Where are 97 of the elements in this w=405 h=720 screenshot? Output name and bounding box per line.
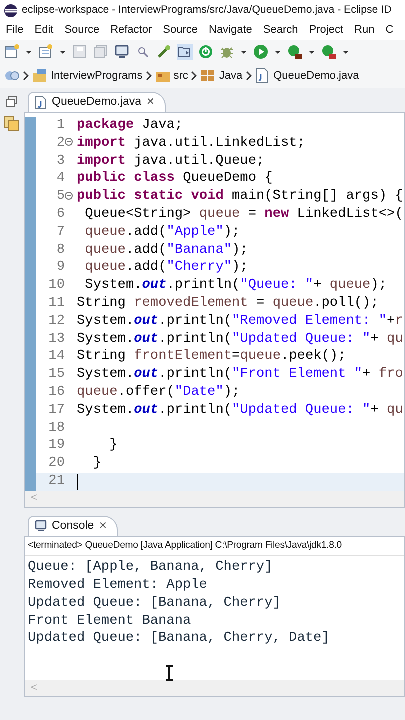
code-line: System.out.println("Front Element "+ fro	[77, 366, 404, 384]
line-number: 6	[56, 206, 65, 224]
code-line: }	[92, 455, 102, 473]
menu-item[interactable]: Navigate	[209, 22, 252, 39]
wand-icon[interactable]	[156, 44, 172, 60]
line-number: 1	[56, 117, 65, 135]
menu-item[interactable]: Run	[354, 22, 375, 39]
menu-item[interactable]: Refactor	[110, 22, 152, 39]
code-line: queue.add("Cherry");	[84, 259, 248, 278]
package-explorer-icon[interactable]	[4, 116, 20, 132]
chevron-icon	[23, 71, 29, 81]
code-line: public static void main(String[] args) {	[77, 188, 404, 206]
menu-item[interactable]: Source	[64, 22, 100, 39]
chevron-icon	[191, 71, 198, 81]
line-number: 18	[48, 420, 65, 438]
line-number: 19	[48, 437, 65, 456]
new-file-icon[interactable]	[4, 44, 20, 60]
line-number: 4	[56, 170, 65, 188]
text-cursor-icon	[165, 664, 174, 681]
line-number: 8	[56, 242, 65, 260]
code-line: System.out.println("Updated Queue: "+ qu	[77, 402, 404, 420]
code-line: package Java;	[77, 117, 184, 135]
line-number: 3	[56, 152, 65, 170]
code-line: import java.util.LinkedList;	[77, 134, 306, 153]
power-icon[interactable]	[198, 44, 214, 60]
code-line: public class QueueDemo {	[77, 170, 273, 188]
restore-icon[interactable]	[6, 96, 18, 108]
menu-item[interactable]: File	[6, 22, 24, 39]
line-number: 12	[48, 312, 65, 331]
console-output-line: Updated Queue: [Banana, Cherry]	[28, 594, 282, 613]
console-output-line: Front Element Banana	[28, 612, 192, 630]
code-line: System.out.println("Updated Queue: "+ qu	[77, 330, 404, 348]
breadcrumb-item[interactable]: InterviewPrograms	[51, 68, 143, 84]
run-icon[interactable]	[253, 44, 269, 60]
eclipse-logo-icon	[4, 4, 18, 18]
code-line: }	[108, 437, 118, 456]
menu-item[interactable]: Edit	[34, 22, 54, 39]
breadcrumb-item[interactable]: src	[174, 68, 188, 84]
menu-item[interactable]: Project	[309, 22, 344, 39]
code-line: String frontElement=queue.peek();	[77, 348, 346, 366]
java-file-icon	[35, 96, 47, 110]
code-line: import java.util.Queue;	[77, 152, 265, 170]
fold-icon[interactable]	[65, 138, 73, 146]
code-line: queue.offer("Date");	[77, 384, 240, 402]
line-number: 5	[56, 188, 65, 206]
tab-label: QueueDemo.java	[52, 94, 142, 110]
menu-item[interactable]: C	[386, 22, 394, 39]
dropdown-caret-icon[interactable]	[59, 48, 67, 56]
menu-item[interactable]: Source	[163, 22, 198, 39]
new-window-icon[interactable]	[38, 44, 54, 60]
package-icon	[200, 68, 216, 84]
breadcrumb-item[interactable]: QueueDemo.java	[274, 68, 360, 84]
console-icon	[35, 520, 47, 532]
run-external-icon[interactable]	[321, 44, 337, 60]
line-number: 20	[48, 455, 65, 473]
console-output-line: Removed Element: Apple	[28, 576, 208, 595]
line-number: 17	[48, 402, 65, 420]
menu-item[interactable]: Search	[263, 22, 298, 39]
breadcrumb-item[interactable]: Java	[219, 68, 243, 84]
java-file-icon	[254, 68, 271, 84]
chevron-icon	[246, 71, 252, 81]
dropdown-caret-icon[interactable]	[342, 48, 350, 56]
line-number: 10	[48, 277, 65, 295]
monitor-icon[interactable]	[114, 44, 130, 60]
line-number: 16	[48, 384, 65, 402]
code-line: queue.add("Banana");	[84, 242, 248, 260]
editor-tab[interactable]: QueueDemo.java ✕	[28, 92, 166, 112]
dropdown-caret-icon[interactable]	[240, 48, 248, 56]
code-line: System.out.println("Removed Element: "+r	[77, 312, 404, 331]
console-output-line: Updated Queue: [Banana, Cherry, Date]	[28, 630, 331, 648]
close-icon[interactable]: ✕	[99, 518, 108, 534]
tab-label: Console	[52, 518, 94, 534]
line-number: 9	[56, 259, 65, 278]
line-number: 7	[56, 224, 65, 242]
window-title: eclipse-workspace - InterviewPrograms/src/Java/QueueDemo.java - Eclipse ID	[22, 2, 392, 18]
workspace-icon[interactable]	[4, 69, 20, 83]
fold-icon[interactable]	[65, 192, 73, 200]
dropdown-caret-icon[interactable]	[274, 48, 282, 56]
code-line: Queue<String> queue = new LinkedList<>(	[84, 206, 404, 224]
line-number: 13	[48, 330, 65, 348]
line-number: 11	[48, 294, 65, 313]
text-caret	[77, 474, 78, 490]
dropdown-caret-icon[interactable]	[25, 48, 33, 56]
code-line: queue.add("Apple");	[84, 224, 240, 242]
line-number: 2	[56, 134, 65, 153]
console-tab[interactable]: Console ✕	[28, 516, 118, 536]
chevron-icon	[146, 71, 152, 81]
run-config-icon[interactable]	[287, 44, 303, 60]
project-icon	[32, 68, 48, 84]
console-output-line: Queue: [Apple, Banana, Cherry]	[28, 559, 274, 577]
close-icon[interactable]: ✕	[146, 95, 154, 110]
code-line: String removedElement = queue.poll();	[77, 294, 379, 313]
line-number: 21	[48, 472, 65, 491]
dropdown-caret-icon[interactable]	[308, 48, 316, 56]
line-number: 15	[48, 366, 65, 384]
code-line: System.out.println("Queue: "+ queue);	[84, 277, 388, 295]
line-number: 14	[48, 348, 65, 366]
